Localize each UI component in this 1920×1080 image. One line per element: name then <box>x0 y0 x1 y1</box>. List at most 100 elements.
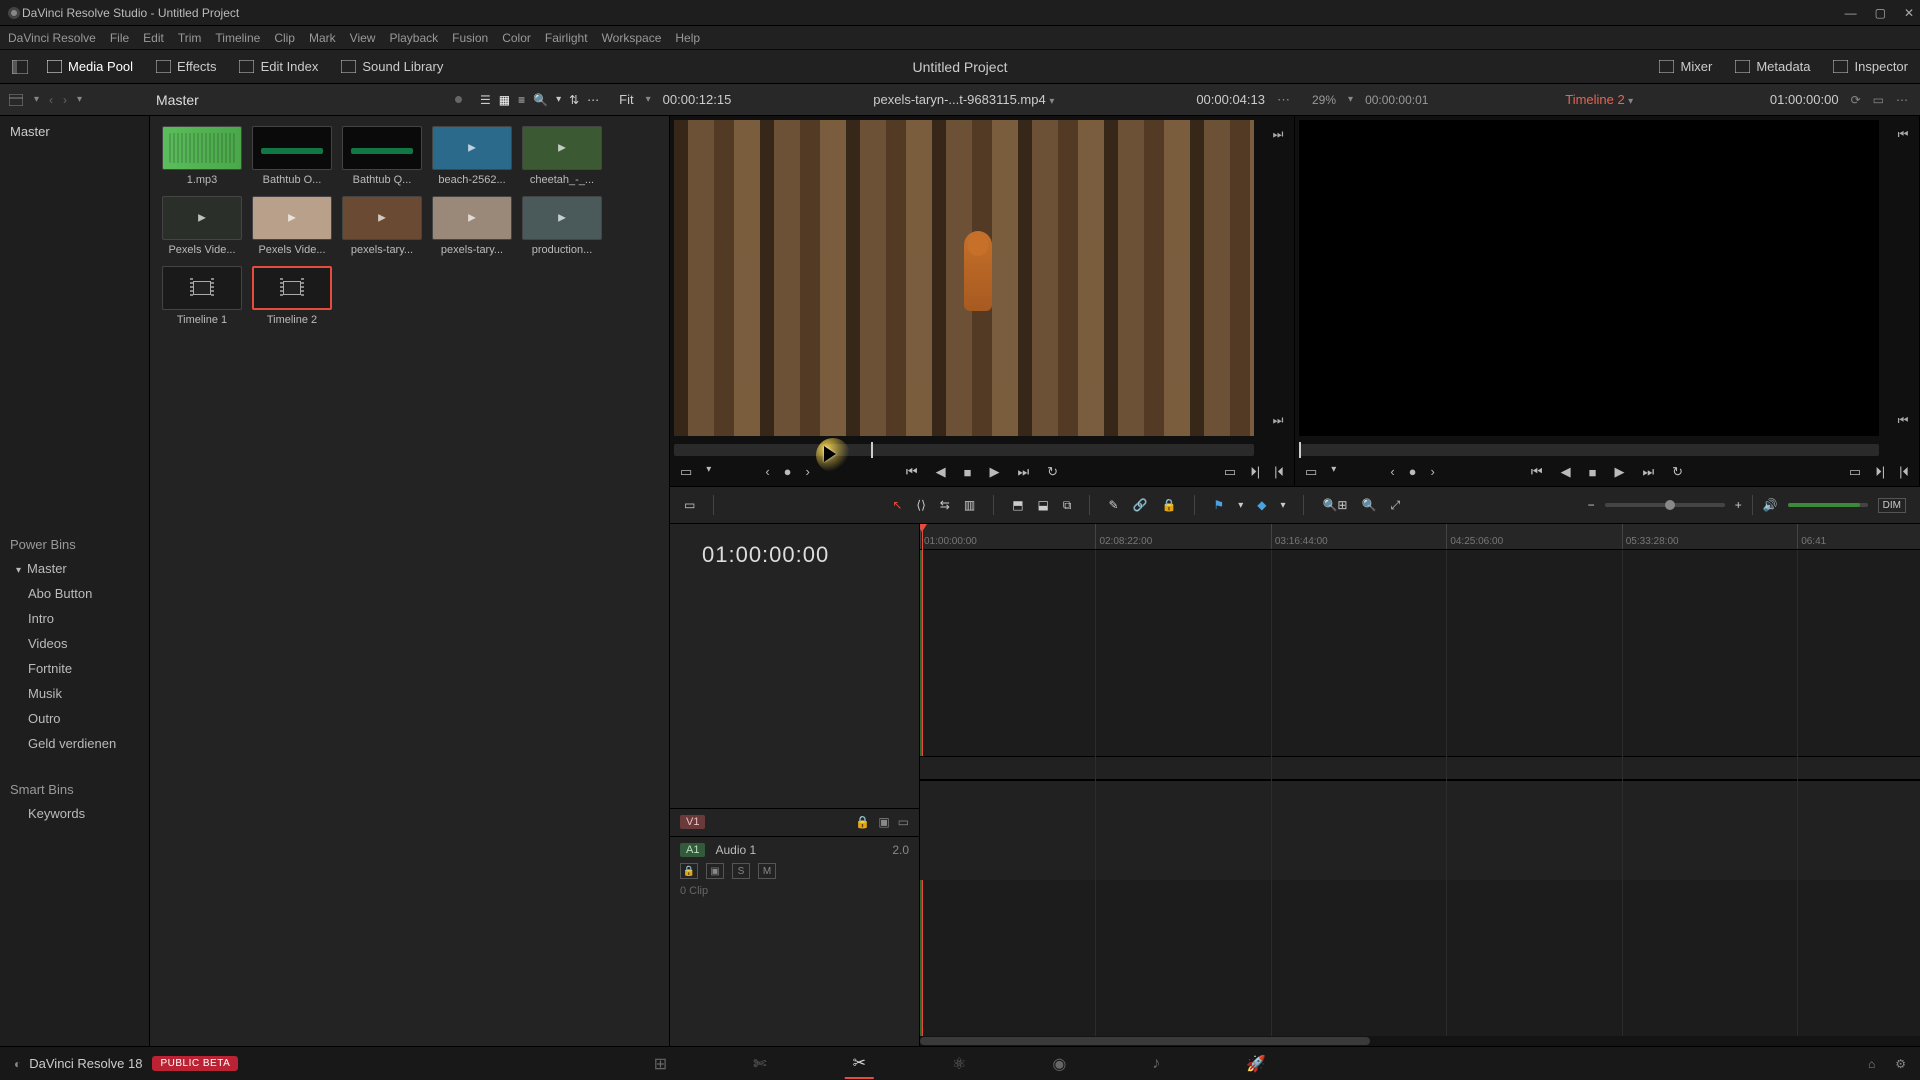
speaker-icon[interactable]: 🔊 <box>1763 498 1778 512</box>
timeline-viewer-frame[interactable] <box>1299 120 1879 436</box>
thumbnail-view-icon[interactable]: ▦ <box>499 93 510 107</box>
flag-icon[interactable]: ⚑ <box>1213 498 1224 512</box>
clip-cheetah-[interactable]: ▶cheetah_-_... <box>522 126 602 186</box>
jump-next-edit-icon[interactable]: ⏭ <box>1268 410 1288 430</box>
chevron-down-icon[interactable]: ▾ <box>706 464 711 480</box>
audio-track-header[interactable]: A1 Audio 1 2.0 🔒 ▣ S M 0 Clip <box>670 836 919 936</box>
lock-track-icon[interactable]: 🔒 <box>855 815 870 829</box>
bypass-icon[interactable]: ⟳ <box>1851 93 1861 107</box>
jump-in-icon[interactable]: ⏵| <box>1875 464 1885 480</box>
page-cut-icon[interactable]: ✄ <box>745 1050 774 1078</box>
list-view-icon[interactable]: ≡ <box>518 93 525 107</box>
trim-tool-icon[interactable]: ⟨⟩ <box>916 498 925 512</box>
menu-help[interactable]: Help <box>675 31 700 45</box>
powerbin-videos[interactable]: Videos <box>0 631 149 656</box>
mark-out-next-icon[interactable]: › <box>1431 464 1435 480</box>
menu-davinci-resolve[interactable]: DaVinci Resolve <box>8 31 96 45</box>
selection-tool-icon[interactable]: ↖ <box>892 498 902 512</box>
powerbin-musik[interactable]: Musik <box>0 681 149 706</box>
window-minimize-icon[interactable]: — <box>1845 6 1857 20</box>
go-first-frame-icon[interactable]: ⏮ <box>1531 464 1543 480</box>
chevron-down-icon[interactable]: ▾ <box>1238 500 1243 511</box>
mixer-button[interactable]: Mixer <box>1659 59 1713 75</box>
edit-index-button[interactable]: Edit Index <box>239 59 319 75</box>
smartbin-keywords[interactable]: Keywords <box>0 801 149 826</box>
clip-timeline-1[interactable]: Timeline 1 <box>162 266 242 326</box>
layout-icon[interactable] <box>12 59 28 75</box>
v1-tag[interactable]: V1 <box>680 815 705 829</box>
path-dropdown-icon[interactable]: ▾ <box>77 94 82 105</box>
page-fusion-icon[interactable]: ⚛ <box>944 1050 974 1078</box>
app-logo-icon[interactable]: ◐ <box>14 1057 21 1071</box>
playhead-timecode[interactable]: 01:00:00:00 <box>670 524 919 586</box>
timeline-zoom[interactable]: 29% <box>1312 93 1336 107</box>
auto-select-icon[interactable]: ▣ <box>878 815 889 829</box>
timeline-view-opts-icon[interactable]: ▭ <box>684 498 695 512</box>
find-icon[interactable]: 🔍⊞ <box>1322 498 1347 512</box>
blade-all-icon[interactable]: ✎ <box>1108 498 1118 512</box>
menu-timeline[interactable]: Timeline <box>215 31 260 45</box>
menu-color[interactable]: Color <box>502 31 531 45</box>
video-track-header[interactable]: V1 🔒 ▣ ▭ <box>670 808 919 836</box>
powerbin-fortnite[interactable]: Fortnite <box>0 656 149 681</box>
mark-out-next-icon[interactable]: › <box>806 464 810 480</box>
clip-bathtub-q-[interactable]: Bathtub Q... <box>342 126 422 186</box>
jump-out-icon[interactable]: |⏴ <box>1274 464 1284 480</box>
home-icon[interactable]: ⌂ <box>1868 1057 1875 1071</box>
timeline-tracks[interactable]: 01:00:00:0002:08:22:0003:16:44:0004:25:0… <box>920 524 1920 1046</box>
zoom-selection-icon[interactable]: 🔍 <box>1361 498 1376 512</box>
chevron-down-icon[interactable]: ▾ <box>1348 94 1353 105</box>
next-icon[interactable]: › <box>63 93 67 107</box>
clip-bathtub-o-[interactable]: Bathtub O... <box>252 126 332 186</box>
auto-select-icon[interactable]: ▣ <box>706 863 724 879</box>
timeline-scrubber[interactable] <box>1299 444 1879 456</box>
project-settings-icon[interactable]: ⚙ <box>1895 1057 1906 1071</box>
sort-icon[interactable]: ⇅ <box>569 93 579 107</box>
mark-in-prev-icon[interactable]: ‹ <box>765 464 769 480</box>
dim-button[interactable]: DIM <box>1878 498 1906 513</box>
clip-pexels-vide-[interactable]: ▶Pexels Vide... <box>162 196 242 256</box>
dynamic-trim-icon[interactable]: ⇆ <box>940 498 950 512</box>
horizontal-scrollbar[interactable] <box>920 1036 1920 1046</box>
menu-playback[interactable]: Playback <box>389 31 438 45</box>
sound-library-button[interactable]: Sound Library <box>340 59 443 75</box>
loop-icon[interactable]: ↻ <box>1672 464 1683 480</box>
clip-beach-2562-[interactable]: ▶beach-2562... <box>432 126 512 186</box>
blade-tool-icon[interactable]: ▥ <box>964 498 975 512</box>
play-reverse-icon[interactable]: ◀ <box>1561 464 1571 480</box>
metadata-view-icon[interactable]: ☰ <box>480 93 491 107</box>
single-viewer-icon[interactable]: ▭ <box>1873 93 1884 107</box>
metadata-button[interactable]: Metadata <box>1734 59 1810 75</box>
clip-pexels-vide-[interactable]: ▶Pexels Vide... <box>252 196 332 256</box>
timeline-name[interactable]: Timeline 2 <box>1565 92 1624 107</box>
chevron-down-icon[interactable]: ▾ <box>556 94 561 105</box>
source-clip-name[interactable]: pexels-taryn-...t-9683115.mp4 ▾ <box>743 92 1184 107</box>
menu-view[interactable]: View <box>350 31 376 45</box>
more-icon[interactable]: ⋯ <box>1277 92 1290 108</box>
page-edit-icon[interactable]: ✂︎ <box>845 1049 874 1079</box>
search-icon[interactable]: 🔍 <box>533 93 548 107</box>
powerbin-abo-button[interactable]: Abo Button <box>0 581 149 606</box>
menu-fusion[interactable]: Fusion <box>452 31 488 45</box>
audio-track-1[interactable] <box>920 780 1920 880</box>
overlay-mode-icon[interactable]: ▭ <box>680 464 692 480</box>
go-last-frame-icon[interactable]: ⏭ <box>1017 464 1029 480</box>
mark-in-prev-icon[interactable]: ‹ <box>1390 464 1394 480</box>
clip-timeline-2[interactable]: Timeline 2 <box>252 266 332 326</box>
menu-workspace[interactable]: Workspace <box>602 31 662 45</box>
chevron-down-icon[interactable]: ▾ <box>34 94 39 105</box>
powerbin-intro[interactable]: Intro <box>0 606 149 631</box>
menu-mark[interactable]: Mark <box>309 31 336 45</box>
powerbin-master[interactable]: Master <box>0 556 149 581</box>
play-reverse-icon[interactable]: ◀ <box>936 464 946 480</box>
clip-production-[interactable]: ▶production... <box>522 196 602 256</box>
window-maximize-icon[interactable]: ▢ <box>1875 6 1886 20</box>
jump-next-clip-icon[interactable]: ⏮ <box>1893 124 1913 144</box>
lock-icon[interactable]: 🔒 <box>1161 498 1176 512</box>
overwrite-clip-icon[interactable]: ⬓ <box>1038 498 1049 512</box>
zoom-out-icon[interactable]: − <box>1588 498 1595 512</box>
powerbin-outro[interactable]: Outro <box>0 706 149 731</box>
menu-clip[interactable]: Clip <box>274 31 295 45</box>
more-icon[interactable]: ⋯ <box>1896 93 1908 107</box>
inspector-button[interactable]: Inspector <box>1833 59 1908 75</box>
